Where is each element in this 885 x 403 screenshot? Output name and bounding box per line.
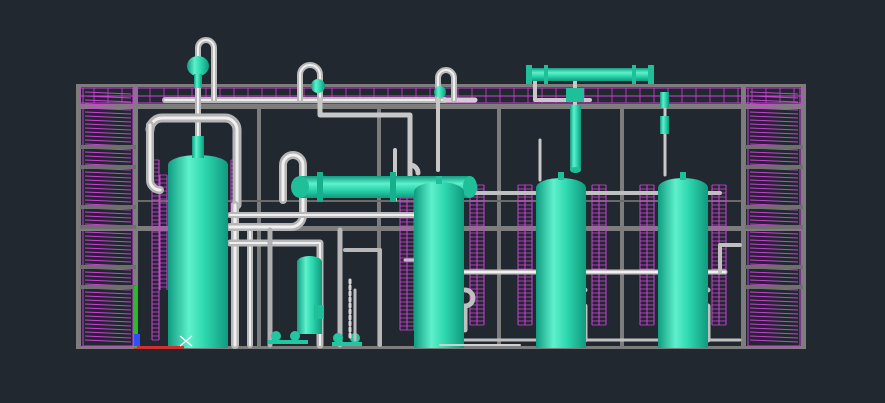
top-fitting-2 (434, 86, 446, 98)
ladder (591, 184, 600, 326)
ladder (524, 184, 533, 326)
cad-viewport[interactable] (0, 0, 885, 403)
top-fitting-3 (660, 92, 669, 108)
ladder (598, 184, 607, 326)
vessel-1 (414, 176, 464, 348)
overhead-condenser (526, 65, 654, 84)
ladder (476, 184, 485, 326)
top-fitting-4 (660, 116, 669, 134)
top-fitting-1 (311, 79, 325, 93)
ladder (517, 184, 526, 326)
vessel-3 (658, 172, 708, 348)
ladder (646, 184, 655, 326)
ladder (639, 184, 648, 326)
reflux-drum (566, 88, 584, 173)
stair-tower (745, 87, 803, 347)
ladder (711, 184, 720, 326)
small-drum (297, 256, 324, 334)
vessel-2 (536, 172, 586, 348)
stair-tower (80, 87, 136, 347)
plant-elevation-drawing (76, 37, 806, 349)
